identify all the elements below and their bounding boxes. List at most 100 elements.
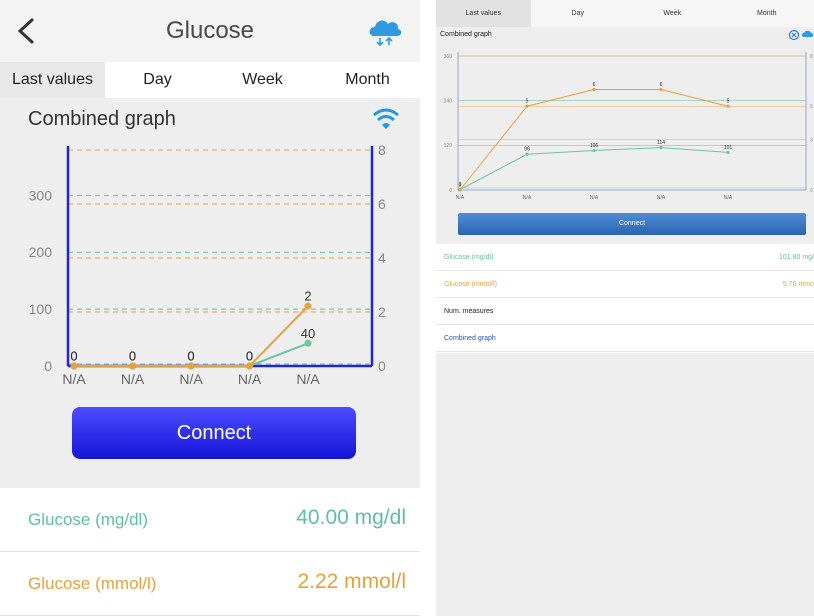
data-label: 0 [459,182,462,188]
list-item-value: 5.76 mmo [782,281,814,288]
data-point [659,145,663,150]
data-label: 5 [727,99,730,105]
list-item-label: Combined graph [444,335,496,342]
data-point [246,362,253,370]
tab-day[interactable]: Day [105,62,210,98]
data-label: 5 [526,99,529,105]
y-left-tick-label: 360 [444,54,453,60]
tab-day[interactable]: Day [531,0,626,27]
x-tick-label: N/A [296,371,320,387]
bluetooth-icon[interactable] [788,29,800,41]
data-point [592,87,596,92]
graph-title: Combined graph [28,108,176,130]
connect-button[interactable]: Connect [458,213,806,235]
data-label: 0 [70,349,77,364]
nav-bar: Glucose [0,0,420,62]
y-right-tick-label: 4 [378,250,386,266]
x-tick-label: N/A [590,195,599,201]
reading-label: Glucose (mmol/l) [28,574,157,593]
y-right-tick-label: 3 [810,138,813,144]
reading-row-mmol: Glucose (mmol/l) 2.22 mmol/l [0,552,420,616]
y-left-tick-label: 120 [444,143,453,149]
list-item[interactable]: Num. measures [436,298,814,325]
page-title: Glucose [165,17,255,44]
data-label: 0 [129,349,136,364]
y-left-tick-label: 200 [29,244,53,260]
measures-list: Glucose (mg/dl) 101.80 mg/ Glucose (mmol… [436,244,814,353]
combined-chart: 01202403600358N/A N/A N/A N/A N/A196106 11410… [444,52,813,201]
tab-week[interactable]: Week [625,0,720,27]
data-point [525,104,529,108]
tab-month[interactable]: Month [315,62,420,98]
list-item[interactable]: Glucose (mg/dl) 101.80 mg/ [436,244,814,271]
x-tick-label: N/A [724,195,733,201]
data-label: 101 [724,145,733,151]
cloud-sync-icon[interactable] [801,30,814,37]
y-right-tick-label: 0 [810,188,813,194]
data-point [525,152,529,156]
series-line [459,147,729,191]
y-left-tick-label: 300 [29,187,53,203]
y-left-tick-label: 100 [29,301,53,317]
y-left-tick-label: 240 [444,98,453,104]
data-point [726,150,730,155]
reading-value: 40.00 mg/dl [296,506,406,529]
period-tabs: Last values Day Week Month [436,0,814,27]
tablet-screen-right: Last values Day Week Month Combined grap… [436,0,814,616]
x-tick-label: N/A [179,371,203,387]
x-tick-label: N/A [62,371,86,387]
x-tick-label: N/A [121,371,145,387]
data-label: 0 [246,349,253,364]
list-item-value: 101.80 mg/ [778,254,814,261]
data-label: 6 [660,82,663,88]
data-label: 40 [301,326,315,341]
data-label: 114 [657,140,665,146]
data-point [304,339,312,347]
y-right-tick-label: 6 [378,196,386,212]
x-tick-label: N/A [456,195,465,201]
cloud-sync-button[interactable] [366,14,404,48]
list-item-label: Glucose (mmol/l) [444,281,497,288]
data-point [659,87,663,92]
data-point [187,362,195,370]
data-label: 96 [524,147,530,153]
data-label: 106 [590,143,599,149]
data-point [592,148,596,153]
data-point [726,104,730,108]
list-item[interactable]: Glucose (mmol/l) 5.76 mmo [436,271,814,298]
y-right-tick-label: 2 [378,304,386,320]
reading-label: Glucose (mg/dl) [28,510,148,529]
data-point [70,362,78,370]
y-right-tick-label: 8 [810,54,813,60]
list-item-label: Glucose (mg/dl) [444,254,494,261]
y-right-tick-label: 0 [378,358,386,374]
list-item[interactable]: Combined graph [436,325,814,352]
data-label: 6 [593,82,596,88]
data-point [129,362,136,370]
data-label: 2 [304,289,311,304]
period-tabs: Last values Day Week Month [0,62,420,98]
y-left-tick-label: 0 [44,358,52,374]
tab-last-values[interactable]: Last values [0,62,105,98]
header-icons [788,28,814,41]
combined-chart: 010020030002468N/A N/A N/A N/A N/A0 0 0 0400 0 0 0… [29,142,386,387]
phone-screen-left: Glucose Last values Day Week Month Combi… [0,0,420,616]
y-left-tick-label: 0 [449,188,452,194]
data-point [458,188,462,192]
data-label: 0 [187,349,194,364]
tab-month[interactable]: Month [720,0,814,27]
readings-list: Glucose (mg/dl) 40.00 mg/dl Glucose (mmo… [0,488,420,616]
cloud-sync-icon [369,20,402,47]
connect-button[interactable]: Connect [72,407,356,459]
y-right-tick-label: 8 [378,142,386,158]
wifi-icon [372,108,400,130]
x-tick-label: N/A [523,195,532,201]
tab-week[interactable]: Week [210,62,315,98]
data-point [304,302,312,310]
list-item-label: Num. measures [444,308,494,315]
x-tick-label: N/A [657,195,666,201]
graph-title: Combined graph [440,31,492,38]
tab-last-values[interactable]: Last values [436,0,531,27]
reading-row-mgdl: Glucose (mg/dl) 40.00 mg/dl [0,488,420,552]
y-right-tick-label: 5 [810,104,813,110]
